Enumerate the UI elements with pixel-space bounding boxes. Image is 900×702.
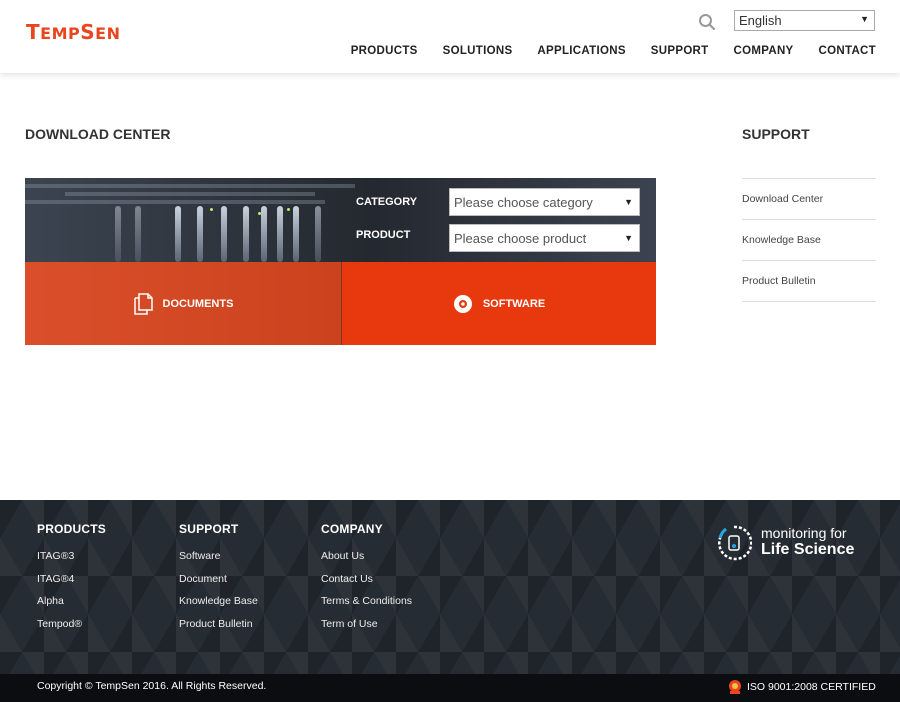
document-icon bbox=[133, 292, 153, 315]
chevron-down-icon: ▼ bbox=[860, 14, 869, 24]
disc-icon bbox=[453, 294, 472, 313]
site-footer: PRODUCTS ITAG®3 ITAG®4 Alpha Tempod® SUP… bbox=[0, 500, 900, 674]
nav-applications[interactable]: APPLICATIONS bbox=[537, 45, 625, 57]
iso-text: ISO 9001:2008 CERTIFIED bbox=[747, 681, 876, 693]
footer-link[interactable]: Terms & Conditions bbox=[321, 595, 412, 618]
nav-support[interactable]: SUPPORT bbox=[651, 45, 709, 57]
sidebar-title: SUPPORT bbox=[742, 126, 810, 142]
certification-badge-icon bbox=[729, 680, 741, 694]
server-rack-image: CATEGORY Please choose category ▼ PRODUC… bbox=[25, 178, 656, 262]
search-icon[interactable] bbox=[698, 13, 716, 31]
main-nav: PRODUCTS SOLUTIONS APPLICATIONS SUPPORT … bbox=[351, 45, 876, 57]
category-label: CATEGORY bbox=[356, 196, 418, 208]
tab-software-label: SOFTWARE bbox=[482, 297, 546, 310]
sidebar-item-knowledge-base[interactable]: Knowledge Base bbox=[742, 220, 876, 261]
sidebar-menu: Download Center Knowledge Base Product B… bbox=[742, 178, 876, 302]
nav-products[interactable]: PRODUCTS bbox=[351, 45, 418, 57]
thermometer-badge-icon bbox=[718, 525, 752, 561]
page-title: DOWNLOAD CENTER bbox=[25, 126, 171, 142]
monitoring-brand: monitoring for Life Science bbox=[716, 524, 866, 564]
footer-link[interactable]: Contact Us bbox=[321, 573, 412, 596]
footer-link[interactable]: ITAG®4 bbox=[37, 573, 106, 596]
product-label: PRODUCT bbox=[356, 229, 411, 241]
product-select[interactable]: Please choose product ▼ bbox=[449, 224, 640, 252]
footer-link[interactable]: ITAG®3 bbox=[37, 550, 106, 573]
footer-heading: PRODUCTS bbox=[37, 522, 106, 536]
bottom-bar: Copyright © TempSen 2016. All Rights Res… bbox=[0, 674, 900, 702]
nav-solutions[interactable]: SOLUTIONS bbox=[443, 45, 513, 57]
footer-column-products: PRODUCTS ITAG®3 ITAG®4 Alpha Tempod® bbox=[37, 522, 106, 640]
nav-company[interactable]: COMPANY bbox=[734, 45, 794, 57]
footer-column-support: SUPPORT Software Document Knowledge Base… bbox=[179, 522, 258, 640]
sidebar-item-download-center[interactable]: Download Center bbox=[742, 179, 876, 220]
tempsen-logo[interactable]: TEMPSEN bbox=[26, 20, 120, 44]
chevron-down-icon: ▼ bbox=[624, 233, 633, 243]
language-select[interactable]: English ▼ bbox=[734, 10, 875, 31]
footer-link[interactable]: Knowledge Base bbox=[179, 595, 258, 618]
tab-documents[interactable]: DOCUMENTS bbox=[25, 262, 341, 345]
category-select[interactable]: Please choose category ▼ bbox=[449, 188, 640, 216]
brand-tagline: monitoring for bbox=[761, 525, 847, 541]
footer-link[interactable]: Tempod® bbox=[37, 618, 106, 641]
footer-link[interactable]: Document bbox=[179, 573, 258, 596]
download-panel: CATEGORY Please choose category ▼ PRODUC… bbox=[25, 178, 656, 345]
footer-column-company: COMPANY About Us Contact Us Terms & Cond… bbox=[321, 522, 412, 640]
copyright-text: Copyright © TempSen 2016. All Rights Res… bbox=[37, 680, 267, 692]
footer-heading: COMPANY bbox=[321, 522, 383, 536]
tab-software[interactable]: SOFTWARE bbox=[342, 262, 656, 345]
footer-link[interactable]: Term of Use bbox=[321, 618, 412, 641]
tab-documents-label: DOCUMENTS bbox=[162, 297, 234, 310]
iso-certification: ISO 9001:2008 CERTIFIED bbox=[728, 679, 876, 695]
brand-title: Life Science bbox=[761, 541, 855, 558]
chevron-down-icon: ▼ bbox=[624, 197, 633, 207]
footer-link[interactable]: Software bbox=[179, 550, 258, 573]
footer-link[interactable]: Alpha bbox=[37, 595, 106, 618]
sidebar-item-product-bulletin[interactable]: Product Bulletin bbox=[742, 261, 876, 302]
footer-heading: SUPPORT bbox=[179, 522, 239, 536]
nav-contact[interactable]: CONTACT bbox=[819, 45, 876, 57]
footer-link[interactable]: Product Bulletin bbox=[179, 618, 258, 641]
site-header: TEMPSEN English ▼ PRODUCTS SOLUTIONS APP… bbox=[0, 0, 900, 73]
footer-link[interactable]: About Us bbox=[321, 550, 412, 573]
